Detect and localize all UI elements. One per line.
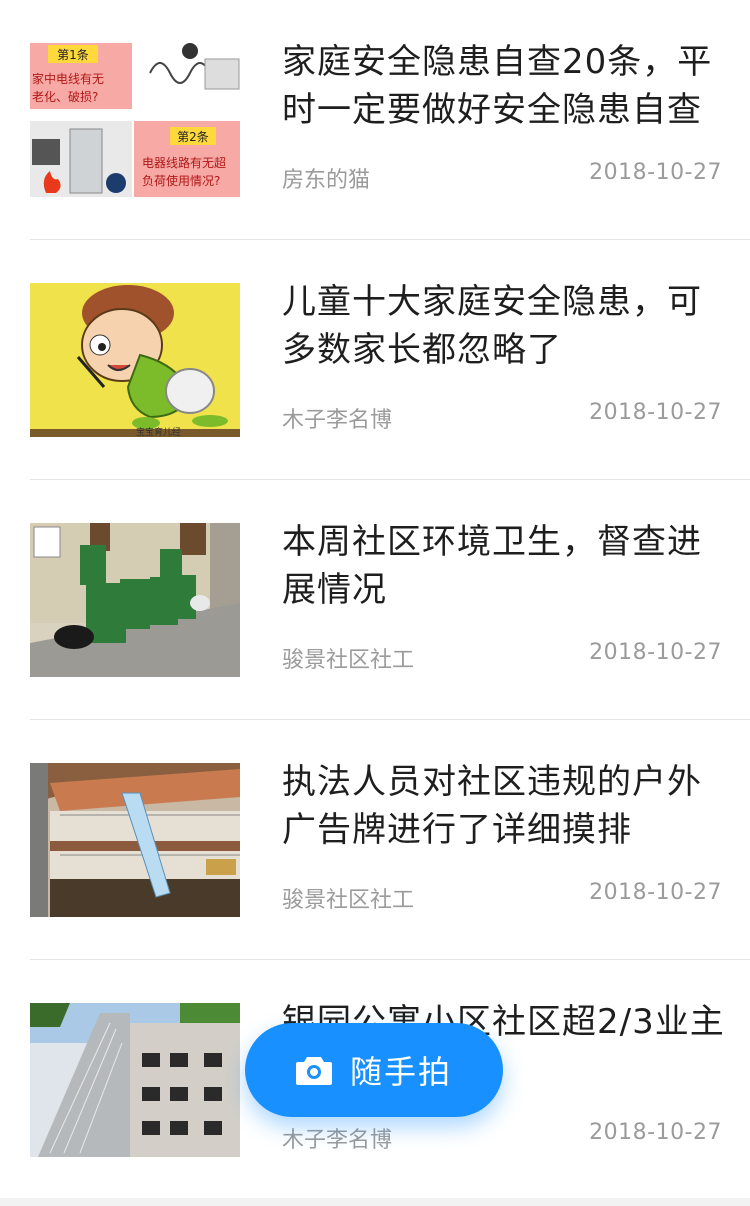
article-thumbnail[interactable] [30,523,240,677]
article-author: 房东的猫 [282,168,371,193]
thumb-text: 宝宝育儿经 [136,426,181,437]
safety-checklist-image: 第1条 家中电线有无 老化、破损? 第2条 电器线路有无超 负荷使用情况? [30,43,240,197]
article-card[interactable]: 执法人员对社区违规的户外广告牌进行了详细摸排 骏景社区社工 2018-10-27 [30,720,750,960]
article-author: 骏景社区社工 [282,888,415,913]
article-date: 2018-10-27 [589,160,722,185]
snap-photo-label: 随手拍 [349,1053,452,1091]
article-card[interactable]: 本周社区环境卫生，督查进展情况 骏景社区社工 2018-10-27 [30,480,750,720]
thumb-text: 老化、破损? [32,89,98,104]
article-thumbnail[interactable] [30,763,240,917]
thumb-text: 家中电线有无 [32,71,104,86]
article-card[interactable]: 第1条 家中电线有无 老化、破损? 第2条 电器线路有无超 负荷使用情况? 家庭… [30,0,750,240]
article-feed: 第1条 家中电线有无 老化、破损? 第2条 电器线路有无超 负荷使用情况? 家庭… [0,0,750,1200]
garbage-bins-photo [30,523,240,677]
apartment-building-photo [30,1003,240,1157]
article-date: 2018-10-27 [589,880,722,905]
cartoon-baby-image: 宝宝育儿经 [30,283,240,437]
article-thumbnail[interactable]: 第1条 家中电线有无 老化、破损? 第2条 电器线路有无超 负荷使用情况? [30,43,240,197]
article-date: 2018-10-27 [589,640,722,665]
article-title[interactable]: 儿童十大家庭安全隐患，可多数家长都忽略了 [282,278,727,374]
article-author: 木子李名博 [282,408,393,433]
thumb-text: 电器线路有无超 [142,155,226,170]
article-title[interactable]: 执法人员对社区违规的户外广告牌进行了详细摸排 [282,758,727,854]
article-author: 木子李名博 [282,1128,393,1153]
camera-icon [295,1054,332,1086]
building-signboard-photo [30,763,240,917]
article-card[interactable]: 宝宝育儿经 儿童十大家庭安全隐患，可多数家长都忽略了 木子李名博 2018-10… [30,240,750,480]
article-title[interactable]: 本周社区环境卫生，督查进展情况 [282,518,727,614]
article-title[interactable]: 家庭安全隐患自查20条，平时一定要做好安全隐患自查 [282,38,727,134]
article-date: 2018-10-27 [589,1120,722,1145]
thumb-text: 第1条 [57,48,89,62]
article-thumbnail[interactable]: 宝宝育儿经 [30,283,240,437]
thumb-text: 负荷使用情况? [142,173,220,188]
snap-photo-button[interactable]: 随手拍 [245,1023,503,1117]
thumb-text: 第2条 [177,130,209,144]
article-author: 骏景社区社工 [282,648,415,673]
article-thumbnail[interactable] [30,1003,240,1157]
bottom-divider [0,1198,750,1206]
article-date: 2018-10-27 [589,400,722,425]
